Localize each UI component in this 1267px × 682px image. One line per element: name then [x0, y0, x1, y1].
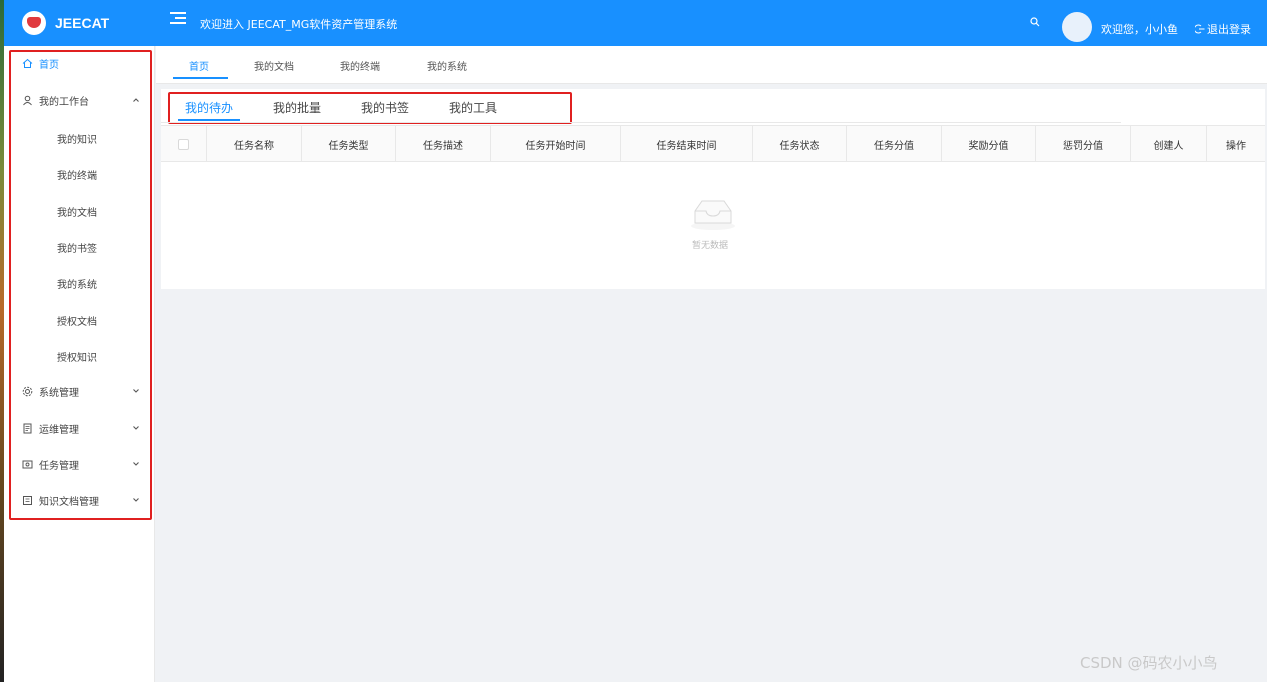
table-header: 任务名称 任务类型 任务描述 任务开始时间 任务结束时间 任务状态 任务分值 奖… — [161, 125, 1265, 162]
page-tabs: 首页 我的文档 我的终端 我的系统 — [156, 46, 1267, 84]
sidebar-subitem-authorized-knowledge[interactable]: 授权知识 — [57, 349, 97, 364]
chevron-up-icon — [133, 98, 139, 102]
tab-my-systems[interactable]: 我的系统 — [427, 58, 467, 73]
tab-my-tools[interactable]: 我的工具 — [449, 99, 497, 116]
avatar[interactable] — [1062, 12, 1092, 42]
tab-my-documents[interactable]: 我的文档 — [254, 58, 294, 73]
task-icon — [22, 460, 33, 468]
column-header[interactable]: 任务开始时间 — [491, 126, 621, 162]
sidebar-item-label: 知识文档管理 — [39, 496, 99, 508]
select-all-checkbox[interactable] — [178, 138, 189, 150]
sidebar-item-label: 首页 — [39, 59, 59, 71]
column-header[interactable]: 任务类型 — [302, 126, 396, 162]
sidebar-subitem-my-knowledge[interactable]: 我的知识 — [57, 131, 97, 146]
chevron-down-icon — [133, 462, 139, 466]
menu-collapse-icon[interactable] — [170, 12, 186, 28]
sidebar-subitem-my-documents[interactable]: 我的文档 — [57, 204, 97, 219]
welcome-user: 欢迎您，小小鱼 — [1101, 23, 1178, 36]
column-header[interactable]: 任务分值 — [847, 126, 942, 162]
chevron-down-icon — [133, 426, 139, 430]
app-header: JEECAT 欢迎进入 JEECAT_MG软件资产管理系统 欢迎您，小小鱼 退出… — [4, 0, 1267, 46]
logout-button[interactable]: 退出登录 — [1195, 21, 1251, 37]
sidebar-subitem-my-bookmarks[interactable]: 我的书签 — [57, 240, 97, 255]
sidebar-item-system-management[interactable]: 系统管理 — [4, 381, 155, 401]
heart-logo-icon — [22, 11, 46, 35]
system-title: 欢迎进入 JEECAT_MG软件资产管理系统 — [200, 18, 398, 31]
logo[interactable]: JEECAT — [22, 11, 109, 35]
column-header[interactable]: 奖励分值 — [942, 126, 1036, 162]
tab-my-bookmarks[interactable]: 我的书签 — [361, 99, 409, 116]
sidebar-item-workbench[interactable]: 我的工作台 — [4, 90, 155, 110]
column-header[interactable]: 创建人 — [1131, 126, 1207, 162]
document-icon — [23, 423, 32, 433]
tab-my-batch[interactable]: 我的批量 — [273, 99, 321, 116]
select-all-cell — [161, 126, 207, 162]
sidebar-item-label: 系统管理 — [39, 387, 79, 399]
sidebar: 首页 我的工作台 我的知识 我的终端 我的文档 我的书签 我的系统 授权文档 授… — [4, 46, 155, 682]
sidebar-item-label: 任务管理 — [39, 460, 79, 472]
sidebar-subitem-authorized-documents[interactable]: 授权文档 — [57, 313, 97, 328]
logo-text: JEECAT — [55, 15, 110, 31]
todo-card: 我的待办 我的批量 我的书签 我的工具 任务名称 任务类型 任务描述 任务开始时… — [161, 89, 1265, 289]
home-icon — [22, 58, 33, 68]
watermark: CSDN @码农小小鸟 — [1080, 654, 1218, 672]
logout-label: 退出登录 — [1207, 23, 1251, 36]
sidebar-item-task-management[interactable]: 任务管理 — [4, 454, 155, 474]
gear-icon — [22, 386, 33, 396]
tab-my-todo[interactable]: 我的待办 — [185, 99, 233, 116]
active-inner-tab-indicator — [178, 119, 240, 121]
chevron-down-icon — [133, 498, 139, 502]
sidebar-item-home[interactable]: 首页 — [4, 53, 155, 73]
column-header[interactable]: 任务结束时间 — [621, 126, 753, 162]
logout-icon — [1195, 24, 1205, 34]
user-icon — [23, 95, 32, 105]
column-header[interactable]: 任务状态 — [753, 126, 847, 162]
sidebar-subitem-my-systems[interactable]: 我的系统 — [57, 276, 97, 291]
tab-my-terminal[interactable]: 我的终端 — [340, 58, 380, 73]
column-header[interactable]: 操作 — [1207, 126, 1265, 162]
search-icon[interactable] — [1030, 17, 1040, 27]
sidebar-item-ops-management[interactable]: 运维管理 — [4, 418, 155, 438]
column-header[interactable]: 惩罚分值 — [1036, 126, 1131, 162]
column-header[interactable]: 任务名称 — [207, 126, 302, 162]
active-tab-indicator — [173, 77, 228, 79]
sidebar-item-knowledge-doc-management[interactable]: 知识文档管理 — [4, 490, 155, 510]
chevron-down-icon — [133, 389, 139, 393]
tabs-divider — [161, 122, 1121, 123]
column-header[interactable]: 任务描述 — [396, 126, 491, 162]
empty-state-text: 暂无数据 — [692, 241, 729, 251]
empty-inbox-icon — [691, 200, 735, 230]
sidebar-item-label: 我的工作台 — [39, 96, 89, 108]
list-icon — [23, 495, 32, 505]
sidebar-subitem-my-terminal[interactable]: 我的终端 — [57, 167, 97, 182]
sidebar-item-label: 运维管理 — [39, 424, 79, 436]
tab-home[interactable]: 首页 — [189, 58, 209, 73]
